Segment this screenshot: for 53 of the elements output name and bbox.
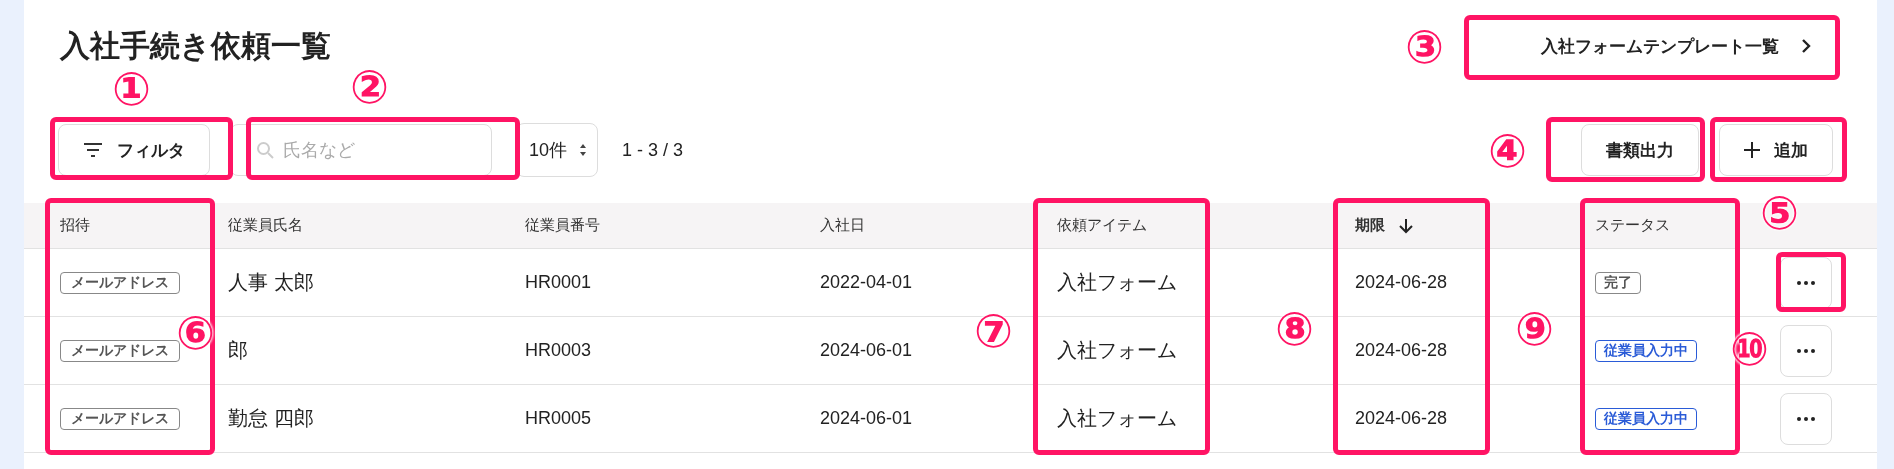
export-button[interactable]: 書類出力 [1581, 124, 1699, 176]
table-cell-text: 2022-04-01 [819, 272, 914, 293]
column-header[interactable]: 依頼アイテム [1057, 216, 1147, 235]
table-cell-text: 郎 [227, 338, 249, 363]
more-button[interactable] [1780, 256, 1832, 309]
annotation-number: ② [350, 64, 389, 110]
table-cell-text: 2024-06-28 [1354, 272, 1449, 293]
table-cell-text: 2024-06-28 [1354, 408, 1449, 429]
annotation-number: ④ [1488, 128, 1527, 174]
arrow-down-icon [1399, 217, 1413, 234]
table-cell-text: 2024-06-01 [819, 340, 914, 361]
sort-arrows-icon [579, 143, 588, 157]
annotation-number: ⑨ [1515, 306, 1554, 352]
annotation-number: ① [112, 66, 151, 112]
annotation-number: ③ [1405, 24, 1444, 70]
column-header[interactable]: 招待 [60, 216, 90, 235]
table-cell-text: 入社フォーム [1056, 338, 1178, 363]
column-header[interactable]: 入社日 [820, 216, 865, 235]
table-cell-text: 勤怠 四郎 [227, 406, 315, 431]
table-cell-text: 人事 太郎 [227, 270, 315, 295]
column-header[interactable]: 従業員番号 [525, 216, 600, 235]
search-field[interactable]: 氏名など [230, 124, 492, 176]
table-cell-text: HR0005 [524, 408, 593, 429]
chevron-right-icon [1801, 38, 1811, 54]
filter-icon [83, 143, 103, 157]
table-cell-text: 入社フォーム [1056, 406, 1178, 431]
table-cell-text: 2024-06-28 [1354, 340, 1449, 361]
status-tag: 従業員入力中 [1595, 339, 1697, 362]
status-tag: 従業員入力中 [1595, 407, 1697, 430]
annotation-frame [1776, 252, 1846, 312]
column-header[interactable]: ステータス [1595, 216, 1670, 235]
invite-tag: メールアドレス [60, 339, 180, 362]
invite-tag: メールアドレス [60, 407, 180, 430]
search-icon [256, 141, 274, 159]
invite-tag: メールアドレス [60, 271, 180, 294]
pagination-range: 1 - 3 / 3 [622, 139, 684, 161]
filter-button[interactable]: フィルタ [58, 124, 210, 176]
more-icon [1797, 280, 1815, 285]
annotation-number: ⑤ [1760, 190, 1799, 236]
table-cell-text: 2024-06-01 [819, 408, 914, 429]
table-cell-text: 入社フォーム [1056, 270, 1178, 295]
add-button[interactable]: 追加 [1719, 124, 1833, 176]
status-tag: 完了 [1595, 271, 1641, 294]
more-icon [1797, 416, 1815, 421]
table-cell-text: HR0001 [524, 272, 593, 293]
column-header[interactable]: 従業員氏名 [228, 216, 303, 235]
column-header[interactable]: 期限 [1355, 216, 1385, 235]
table-cell-text: HR0003 [524, 340, 593, 361]
more-icon [1797, 348, 1815, 353]
annotation-number: ⑦ [974, 308, 1013, 354]
annotation-number: ⑧ [1275, 306, 1314, 352]
plus-icon [1744, 142, 1760, 158]
page-title: 入社手続き依頼一覧 [60, 27, 331, 64]
